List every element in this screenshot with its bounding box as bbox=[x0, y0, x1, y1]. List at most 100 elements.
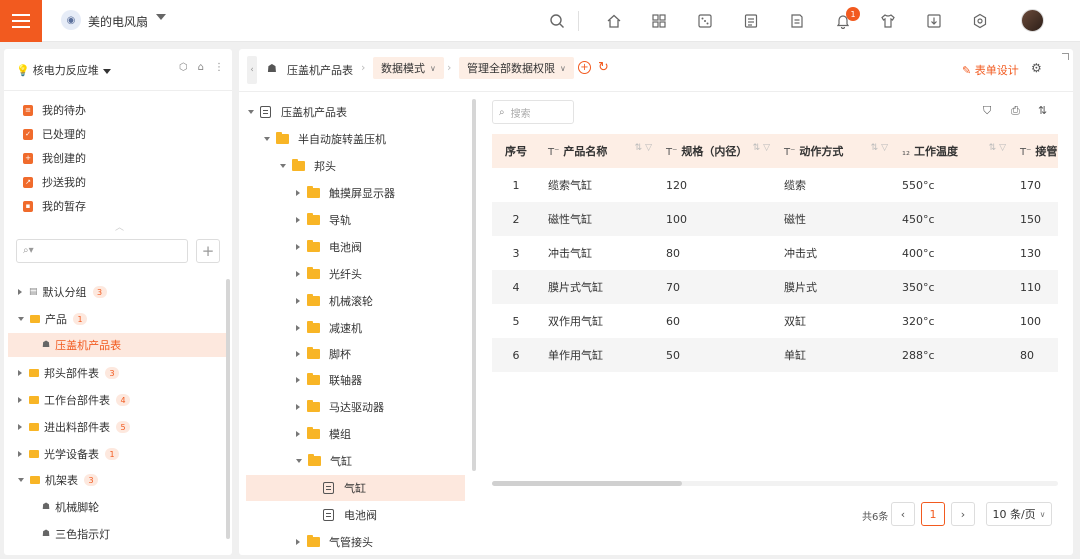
tree2-item[interactable]: 脚杯 bbox=[296, 341, 351, 367]
column-header-action[interactable]: T⁻ 动作方式 ⇅ ▽ bbox=[776, 134, 894, 168]
more-icon[interactable]: ⋮ bbox=[214, 62, 224, 73]
tree2-item[interactable]: 邦头 bbox=[280, 153, 336, 179]
column-header-spec[interactable]: T⁻ 规格（内径） ⇅ ▽ bbox=[658, 134, 776, 168]
sort-filter-icon[interactable]: ⇅ ▽ bbox=[753, 143, 770, 153]
sort-filter-icon[interactable]: ⇅ ▽ bbox=[989, 143, 1006, 153]
tree2-item[interactable]: 电池阀 bbox=[296, 234, 362, 260]
filter-icon[interactable]: ⛉ bbox=[983, 104, 991, 118]
table-horizontal-scrollbar-thumb[interactable] bbox=[492, 481, 682, 486]
apps-icon[interactable] bbox=[650, 12, 668, 30]
quick-link-drafts[interactable]: ▪ 我的暂存 bbox=[23, 196, 86, 216]
quick-link-created[interactable]: + 我创建的 bbox=[23, 148, 86, 168]
cell-spec: 120 bbox=[666, 178, 687, 192]
tree-item-label: 产品 bbox=[45, 313, 67, 326]
table-row[interactable]: 5 双作用气缸 60 双缸 320°c 100 bbox=[492, 304, 1058, 338]
home-icon[interactable] bbox=[605, 12, 623, 30]
sidebar-scrollbar[interactable] bbox=[226, 279, 230, 539]
tree2-item[interactable]: 光纤头 bbox=[296, 261, 362, 287]
tree2-root[interactable]: 压盖机产品表 bbox=[248, 99, 468, 125]
tree2-item[interactable]: 触摸屏显示器 bbox=[296, 180, 395, 206]
tree2-item[interactable]: 气缸 bbox=[296, 448, 352, 474]
tree-item-workbench[interactable]: 工作台部件表 4 bbox=[8, 388, 228, 412]
quick-link-cc[interactable]: ↗ 抄送我的 bbox=[23, 172, 86, 192]
prev-page-button[interactable]: ‹ bbox=[891, 502, 915, 526]
app-switch-caret-icon[interactable] bbox=[156, 14, 166, 20]
grid-search-input[interactable]: ⌕ 搜索 bbox=[492, 100, 574, 124]
sort-filter-icon[interactable]: ⇅ ▽ bbox=[635, 143, 652, 153]
tree2-item[interactable]: 联轴器 bbox=[296, 367, 362, 393]
tree2-item[interactable]: 机械滚轮 bbox=[296, 288, 373, 314]
tree2-item[interactable]: 电池阀 bbox=[323, 502, 377, 528]
export-icon[interactable]: ⎙ bbox=[1011, 104, 1020, 118]
cell-temperature: 350°c bbox=[894, 270, 1012, 304]
gear-icon[interactable]: ⚙ bbox=[1031, 61, 1042, 75]
tree-item-bonding-head[interactable]: 邦头部件表 3 bbox=[8, 361, 228, 385]
tree2-item[interactable]: 气管接头 bbox=[296, 529, 373, 555]
tree2-item[interactable]: 马达驱动器 bbox=[296, 394, 384, 420]
org-switcher[interactable]: 💡 核电力反应堆 bbox=[16, 62, 111, 78]
folder-icon bbox=[307, 535, 320, 547]
quick-link-todo[interactable]: ≡ 我的待办 bbox=[23, 100, 86, 120]
list-icon[interactable] bbox=[742, 12, 760, 30]
settings-icon[interactable] bbox=[971, 12, 989, 30]
tree2-item[interactable]: 减速机 bbox=[296, 315, 362, 341]
shirt-icon[interactable] bbox=[879, 12, 897, 30]
table-row[interactable]: 2 磁性气缸 100 磁性 450°c 150 bbox=[492, 202, 1058, 236]
column-header-pipe[interactable]: T⁻ 接管 bbox=[1012, 134, 1058, 168]
table-row[interactable]: 6 单作用气缸 50 单缸 288°c 80 bbox=[492, 338, 1058, 372]
tree2-item[interactable]: 导轨 bbox=[296, 207, 351, 233]
quick-link-label: 已处理的 bbox=[42, 128, 86, 141]
tree2-item[interactable]: 模组 bbox=[296, 421, 351, 447]
tree2-item-selected[interactable]: 气缸 bbox=[246, 475, 465, 501]
column-header-temperature[interactable]: ₁₂ 工作温度 ⇅ ▽ bbox=[894, 134, 1012, 168]
total-count: 共6条 bbox=[862, 512, 889, 523]
tree-item-indicator[interactable]: ☗ 三色指示灯 bbox=[8, 522, 228, 546]
permission-dropdown[interactable]: 管理全部数据权限 ∨ bbox=[459, 57, 574, 79]
tree-item-optical[interactable]: 光学设备表 1 bbox=[8, 442, 228, 466]
add-circle-icon[interactable]: + bbox=[578, 61, 591, 74]
tree-item-product[interactable]: 产品 1 bbox=[8, 307, 228, 331]
tree-item-frame[interactable]: 机架表 3 bbox=[8, 468, 228, 492]
tree-item-capper-table[interactable]: ☗ 压盖机产品表 bbox=[8, 333, 228, 357]
menu-button[interactable] bbox=[0, 0, 42, 42]
page-size-label: 10 条/页 bbox=[992, 508, 1036, 521]
form-design-button[interactable]: ✎ 表单设计 bbox=[962, 62, 1019, 78]
table-row[interactable]: 1 缆索气缸 120 缆索 550°c 170 bbox=[492, 168, 1058, 202]
column-header-name[interactable]: T⁻ 产品名称 ⇅ ▽ bbox=[540, 134, 658, 168]
folder-icon bbox=[307, 186, 320, 198]
download-icon[interactable] bbox=[925, 12, 943, 30]
table-row[interactable]: 3 冲击气缸 80 冲击式 400°c 130 bbox=[492, 236, 1058, 270]
breadcrumb-table[interactable]: 压盖机产品表 bbox=[287, 62, 353, 78]
tree-item-label: 工作台部件表 bbox=[44, 394, 110, 407]
avatar[interactable] bbox=[1021, 9, 1044, 32]
search-placeholder: 搜索 bbox=[510, 108, 531, 120]
page-button-current[interactable]: 1 bbox=[921, 502, 945, 526]
sidebar-search-input[interactable]: ⌕▾ bbox=[16, 239, 188, 263]
back-button[interactable]: ‹ bbox=[247, 56, 257, 84]
home-icon[interactable]: ⌂ bbox=[198, 62, 204, 73]
report-icon[interactable] bbox=[788, 12, 806, 30]
main-panel: ‹ ☗ 压盖机产品表 › 数据模式 ∨ › 管理全部数据权限 ∨ + ↻ ✎ 表单设… bbox=[239, 49, 1073, 555]
tree2-label: 联轴器 bbox=[329, 374, 362, 387]
next-page-button[interactable]: › bbox=[951, 502, 975, 526]
add-group-button[interactable]: + bbox=[196, 239, 220, 263]
search-icon[interactable] bbox=[548, 12, 566, 30]
hexagon-settings-icon[interactable]: ⬡ bbox=[179, 62, 188, 73]
quick-link-processed[interactable]: ✓ 已处理的 bbox=[23, 124, 86, 144]
sort-filter-icon[interactable]: ⇅ ▽ bbox=[871, 143, 888, 153]
collapse-up-icon[interactable]: ︿ bbox=[115, 220, 124, 233]
table-row[interactable]: 4 膜片式气缸 70 膜片式 350°c 110 bbox=[492, 270, 1058, 304]
dice-icon[interactable] bbox=[696, 12, 714, 30]
refresh-icon[interactable]: ↻ bbox=[597, 61, 610, 74]
column-header-index[interactable]: 序号 bbox=[492, 134, 540, 168]
tree-item-default-group[interactable]: ▤ 默认分组 3 bbox=[8, 280, 228, 304]
tree2-item[interactable]: 半自动旋转盖压机 bbox=[264, 126, 386, 152]
dropdown-label: 管理全部数据权限 bbox=[467, 62, 555, 75]
tree-item-feeding[interactable]: 进出料部件表 5 bbox=[8, 415, 228, 439]
tree-scrollbar[interactable] bbox=[472, 99, 476, 471]
app-title[interactable]: 美的电风扇 bbox=[88, 13, 148, 30]
data-mode-dropdown[interactable]: 数据模式 ∨ bbox=[373, 57, 444, 79]
page-size-select[interactable]: 10 条/页 ∨ bbox=[986, 502, 1052, 526]
tree-item-caster[interactable]: ☗ 机械脚轮 bbox=[8, 495, 228, 519]
sort-icon[interactable]: ⇅ bbox=[1038, 104, 1047, 117]
